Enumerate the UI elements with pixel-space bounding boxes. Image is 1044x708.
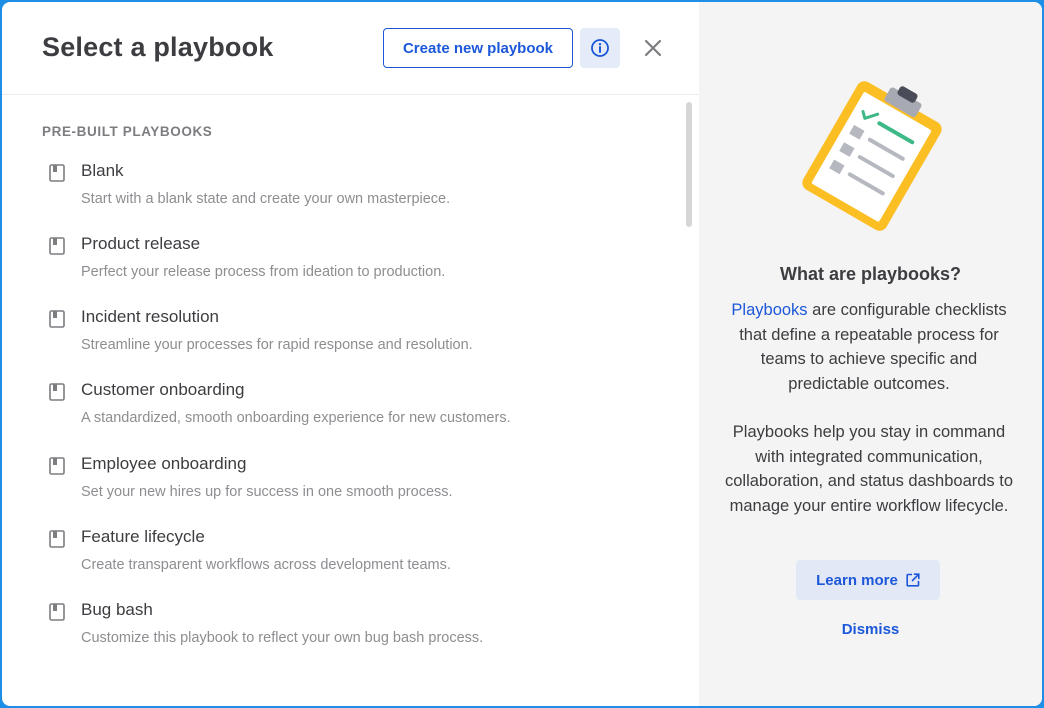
- playbook-book-icon: [49, 237, 65, 255]
- playbook-book-icon: [49, 164, 65, 182]
- clipboard-checklist-illustration: [802, 81, 942, 231]
- playbooks-link[interactable]: Playbooks: [731, 301, 807, 319]
- playbook-book-icon: [49, 310, 65, 328]
- playbook-list: PRE-BUILT PLAYBOOKS Blank Start with a b…: [2, 96, 699, 706]
- playbook-item-feature-lifecycle[interactable]: Feature lifecycle Create transparent wor…: [2, 527, 682, 587]
- playbook-item-customer-onboarding[interactable]: Customer onboarding A standardized, smoo…: [2, 380, 682, 440]
- playbook-item-employee-onboarding[interactable]: Employee onboarding Set your new hires u…: [2, 454, 682, 514]
- learn-more-button[interactable]: Learn more: [796, 560, 940, 600]
- playbook-item-product-release[interactable]: Product release Perfect your release pro…: [2, 234, 682, 294]
- info-circle-icon: [591, 39, 609, 57]
- playbook-name: Feature lifecycle: [81, 527, 205, 546]
- playbook-selection-panel: Select a playbook Create new playbook PR…: [2, 2, 699, 706]
- list-scrollbar[interactable]: [686, 102, 692, 227]
- playbook-book-icon: [49, 530, 65, 548]
- learn-more-label: Learn more: [816, 571, 898, 589]
- info-paragraph-1: Playbooks are configurable checklists th…: [723, 298, 1015, 396]
- playbook-description: Customize this playbook to reflect your …: [81, 630, 484, 646]
- external-link-icon: [906, 573, 920, 587]
- playbook-name: Employee onboarding: [81, 454, 247, 473]
- dismiss-button[interactable]: Dismiss: [699, 621, 1042, 638]
- playbook-name: Customer onboarding: [81, 380, 245, 399]
- playbook-item-incident-resolution[interactable]: Incident resolution Streamline your proc…: [2, 307, 682, 367]
- playbook-name: Bug bash: [81, 600, 153, 619]
- info-button[interactable]: [580, 28, 620, 68]
- playbook-description: Start with a blank state and create your…: [81, 191, 451, 207]
- page-title: Select a playbook: [42, 32, 274, 62]
- create-new-playbook-button[interactable]: Create new playbook: [383, 28, 573, 68]
- close-icon: [644, 39, 662, 57]
- playbook-name: Product release: [81, 234, 201, 253]
- playbook-item-bug-bash[interactable]: Bug bash Customize this playbook to refl…: [2, 600, 682, 660]
- playbook-description: Set your new hires up for success in one…: [81, 484, 453, 500]
- playbook-book-icon: [49, 603, 65, 621]
- playbook-description: A standardized, smooth onboarding experi…: [81, 410, 511, 426]
- playbook-book-icon: [49, 383, 65, 401]
- info-title: What are playbooks?: [779, 264, 962, 284]
- playbook-name: Blank: [81, 161, 124, 180]
- playbook-description: Streamline your processes for rapid resp…: [81, 337, 473, 353]
- playbook-description: Perfect your release process from ideati…: [81, 264, 446, 280]
- section-label: PRE-BUILT PLAYBOOKS: [42, 124, 213, 139]
- modal-header: Select a playbook Create new playbook: [2, 2, 699, 95]
- playbooks-info-panel: What are playbooks? Playbooks are config…: [699, 2, 1042, 706]
- select-playbook-modal: Select a playbook Create new playbook PR…: [2, 2, 1042, 706]
- playbook-item-blank[interactable]: Blank Start with a blank state and creat…: [2, 161, 682, 221]
- playbook-description: Create transparent workflows across deve…: [81, 557, 451, 573]
- playbook-book-icon: [49, 457, 65, 475]
- close-button[interactable]: [636, 31, 670, 65]
- info-paragraph-2: Playbooks help you stay in command with …: [724, 423, 1014, 515]
- playbook-name: Incident resolution: [81, 307, 219, 326]
